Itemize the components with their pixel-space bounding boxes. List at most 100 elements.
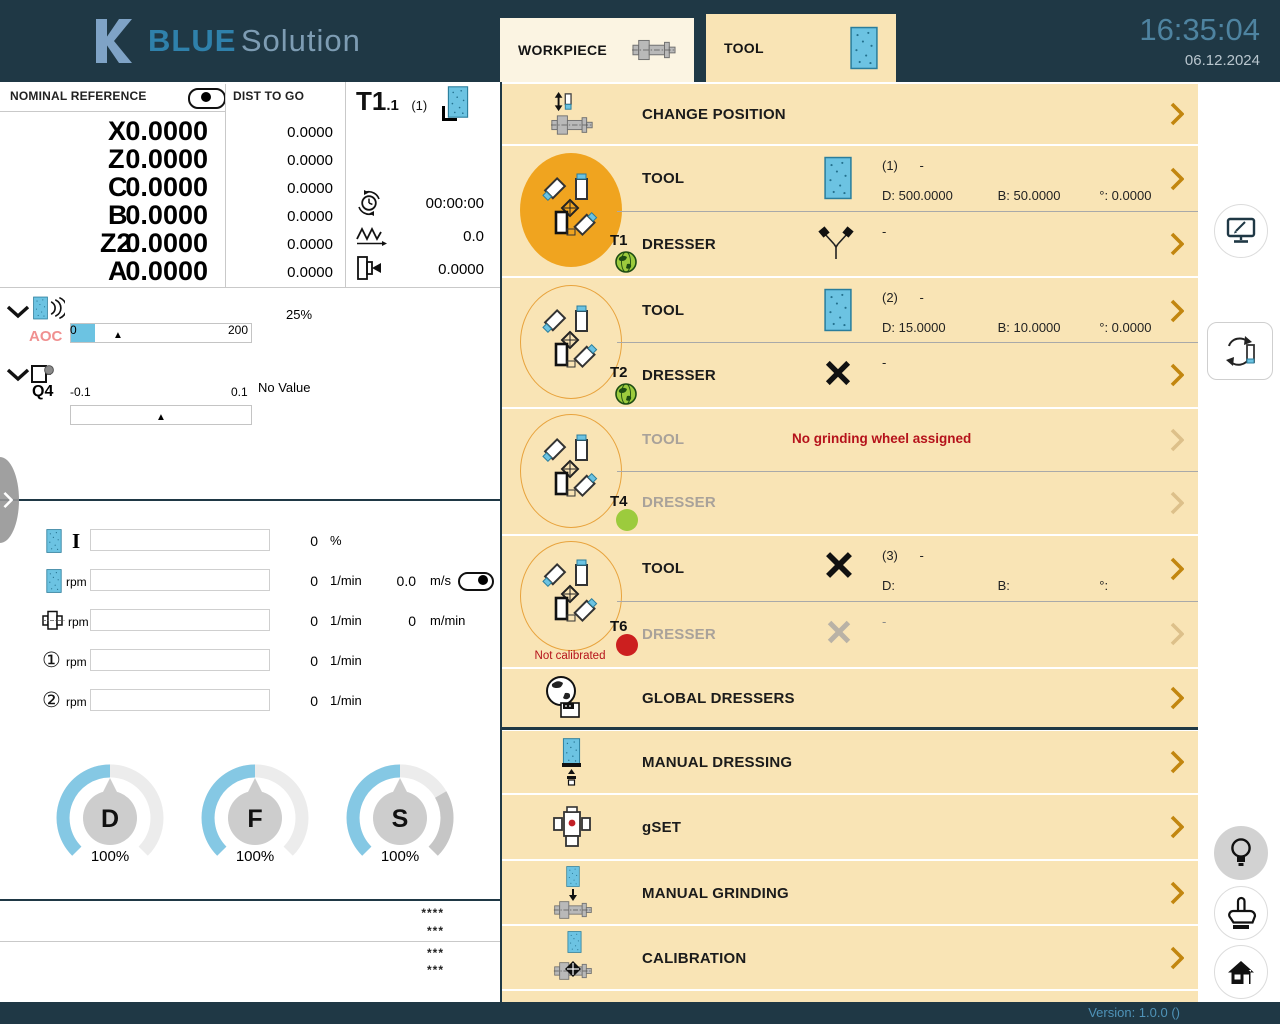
unit: 1/min [330,653,362,668]
menu-item-change-position[interactable]: CHANGE POSITION [502,84,1198,144]
menu-item-tool-t1[interactable]: TOOL (1) - D: 500.0000 B: 50.0000 °: 0.0… [502,146,1198,211]
tool-details: D: 500.0000 B: 50.0000 °: 0.0000 [882,188,1189,203]
tool-index-line: (1) - [882,158,924,173]
readout: 0 [288,693,318,709]
menu-label: MANUAL DRESSING [642,754,792,771]
tab-workpiece[interactable]: WORKPIECE [500,18,694,82]
tab-tool[interactable]: TOOL [706,14,896,82]
grinding-wheel-icon [46,529,62,553]
menu-label: TOOL [642,560,684,577]
message-line: *** [0,924,444,938]
station-group-t1: T1 TOOL (1) - D: 500.0000 B: 50.0000 °: … [502,146,1198,276]
wheel-width-value: 0.0000 [384,261,484,278]
override-toggle[interactable] [458,572,494,591]
menu-item-tool-t6[interactable]: TOOL (3) - D: B: °: [502,536,1198,601]
menu-label: DRESSER [642,236,716,253]
chevron-right-icon [1170,363,1184,387]
light-button[interactable] [1214,826,1268,880]
manual-grinding-icon [550,866,596,920]
axis-row: X 0.0000 0.0000 [0,116,345,144]
menu-item-dresser-t4[interactable]: DRESSER [502,472,1198,534]
manual-mode-button[interactable] [1214,886,1268,940]
q4-min: -0.1 [70,385,91,399]
aoc-wheel-icon [33,296,48,320]
menu-item-dresser-t6[interactable]: DRESSER - [502,602,1198,667]
menu-item-tool-t4[interactable]: TOOL No grinding wheel assigned [502,409,1198,471]
clock-time: 16:35:04 [1100,12,1260,48]
divider [0,111,225,112]
nominal-reference-header: NOMINAL REFERENCE [10,89,147,103]
axis-row: A 0.0000 0.0000 [0,256,345,284]
motor-1-icon: ① [42,648,61,673]
motor1-speed-input[interactable] [90,649,270,671]
menu-item-manual-dressing[interactable]: MANUAL DRESSING [502,731,1198,793]
readout: 0 [288,573,318,589]
station-group-t6: T6 Not calibrated TOOL (3) - D: B: °: DR… [502,536,1198,667]
wheel-current-input[interactable] [90,529,270,551]
active-tool-id: T1.1 (1) [356,86,427,117]
brand-logo: BLUE Solution [96,18,361,64]
toggle-knob [201,92,211,102]
tool-diameter: D: 15.0000 [882,320,994,335]
aoc-slider-marker: ▲ [113,330,123,341]
q4-slider-marker: ▲ [156,412,166,423]
tool-change-icon [1222,334,1258,368]
chevron-right-icon [1170,815,1184,839]
menu-item-dresser-t2[interactable]: DRESSER - [502,343,1198,407]
manual-dressing-icon [554,738,590,786]
rpm-label: rpm [66,695,87,709]
wheel-speed-input[interactable] [90,569,270,591]
workhead-speed-input[interactable] [90,609,270,631]
tab-workpiece-label: WORKPIECE [518,42,607,58]
q4-slider[interactable]: ▲ [70,405,252,425]
tool-change-button[interactable] [1207,322,1273,380]
tool-dash: - [920,290,924,305]
change-position-icon [548,91,596,137]
menu-item-gset[interactable]: gSET [502,795,1198,859]
unit: 1/min [330,573,362,588]
menu-item-dresser-t1[interactable]: DRESSER - [502,212,1198,276]
axis-table: X 0.0000 0.0000 Z 0.0000 0.0000 C 0.0000… [0,116,345,284]
gset-icon [552,804,592,850]
grinding-wheel-icon [850,26,878,70]
chevron-right-icon [1170,167,1184,191]
axis-nominal: 0.0000 [98,256,208,287]
axis-row: C 0.0000 0.0000 [0,172,345,200]
chevron-down-icon[interactable] [6,305,30,319]
menu-item-tool-t2[interactable]: TOOL (2) - D: 15.0000 B: 10.0000 °: 0.00… [502,278,1198,342]
aoc-slider[interactable]: ▲ [70,323,252,343]
dist-to-go-header: DIST TO GO [233,89,304,103]
lightbulb-icon [1228,837,1254,869]
wheel-corner-bracket-icon [442,106,457,121]
q4-label: Q4 [32,383,53,401]
rpm-label: rpm [66,575,87,589]
divider [345,82,346,287]
home-button[interactable] [1214,945,1268,999]
chevron-down-icon[interactable] [6,368,30,382]
gauge-letter: F [247,805,262,833]
screen-edit-button[interactable] [1214,204,1268,258]
flyout-handle[interactable] [0,457,19,543]
menu-item-manual-grinding[interactable]: MANUAL GRINDING [502,861,1198,924]
unit2: m/s [430,573,451,588]
cycle-time-icon [356,190,382,216]
axis-dist: 0.0000 [243,208,333,225]
gauge-letter: D [101,805,119,833]
brand-name-bold: BLUE [148,23,236,58]
grinding-wheel-icon [824,156,852,200]
axis-row: Z 0.0000 0.0000 [0,144,345,172]
axis-nominal: 0.0000 [98,172,208,203]
chevron-right-icon [1170,491,1184,515]
axis-nominal: 0.0000 [98,200,208,231]
axis-row: Z2 0.0000 0.0000 [0,228,345,256]
axis-dist: 0.0000 [243,264,333,281]
motor2-speed-input[interactable] [90,689,270,711]
active-tool-sub: .1 [386,97,399,114]
nominal-reference-toggle[interactable] [188,88,226,109]
readout: 0 [288,613,318,629]
dresser-dash: - [882,614,886,629]
menu-item-global-dressers[interactable]: GLOBAL DRESSERS [502,669,1198,727]
axis-row: B 0.0000 0.0000 [0,200,345,228]
menu-item-calibration[interactable]: CALIBRATION [502,926,1198,989]
q4-value: No Value [258,380,311,395]
